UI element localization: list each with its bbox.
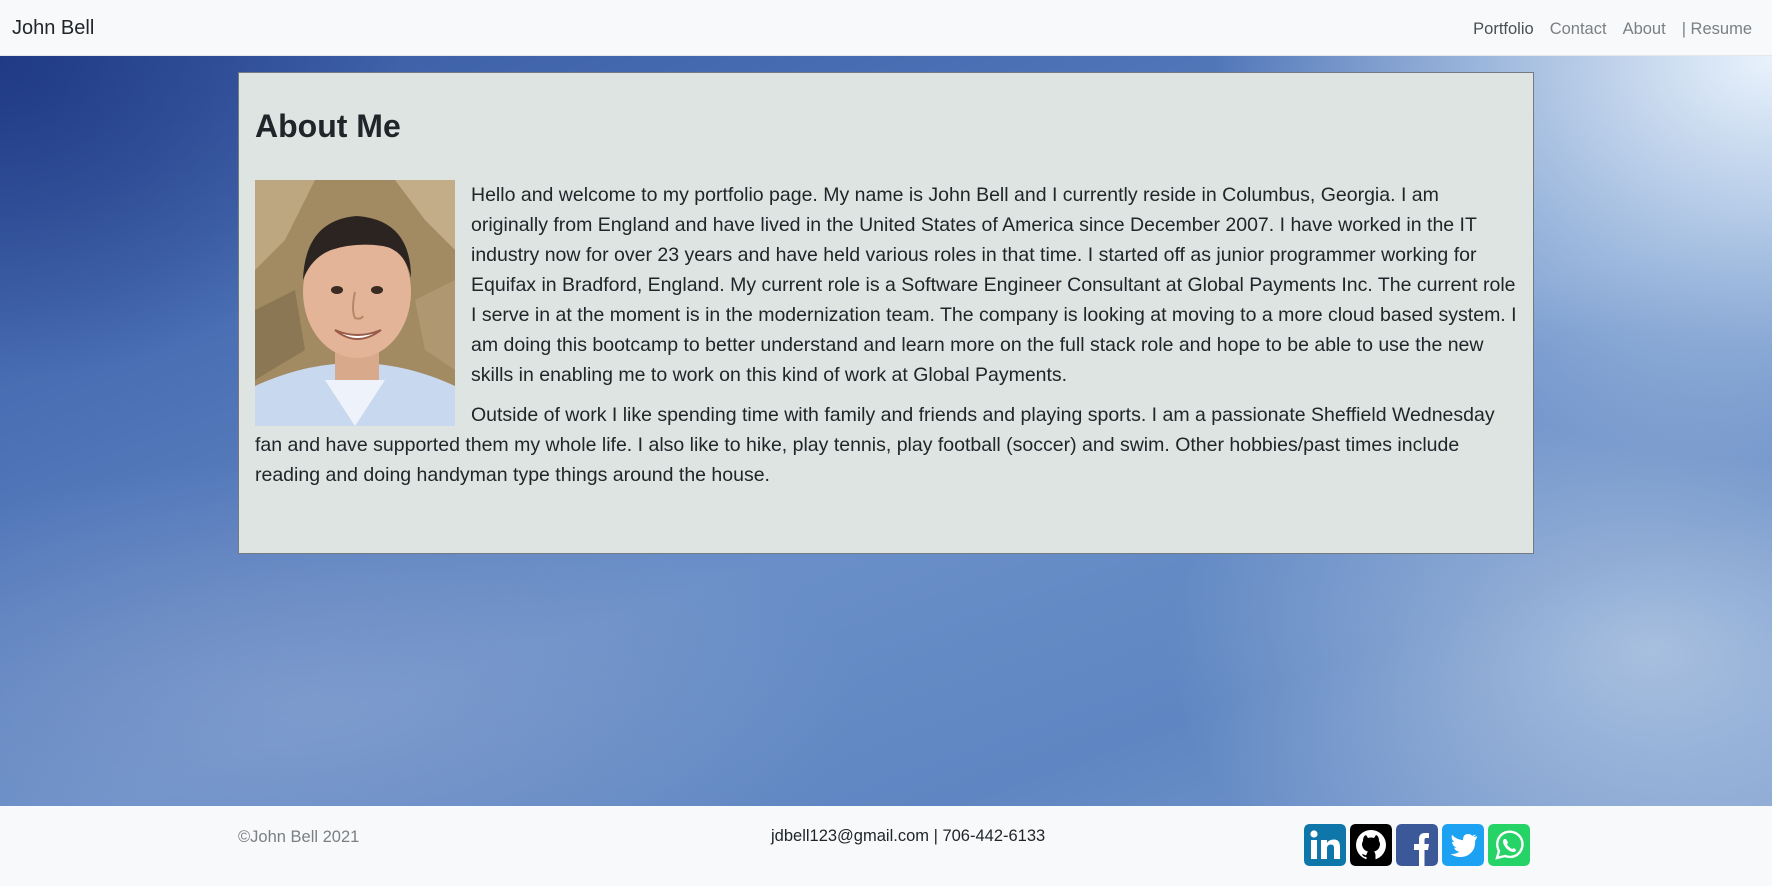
navbar: John Bell Portfolio Contact About | Resu… [0,0,1772,56]
profile-photo [255,180,455,426]
page-title: About Me [255,108,401,144]
nav-link-resume[interactable]: | Resume [1682,18,1752,40]
linkedin-icon[interactable] [1304,824,1346,866]
nav-link-contact[interactable]: Contact [1550,18,1607,40]
social-links [1304,824,1530,866]
nav-link-about[interactable]: About [1623,18,1666,40]
twitter-icon[interactable] [1442,824,1484,866]
facebook-icon[interactable] [1396,824,1438,866]
about-body: Hello and welcome to my portfolio page. … [255,180,1517,490]
nav-links: Portfolio Contact About | Resume [1473,18,1752,40]
footer: ©John Bell 2021 jdbell123@gmail.com | 70… [0,806,1772,886]
nav-link-portfolio[interactable]: Portfolio [1473,18,1534,40]
about-card: About Me Hello and welcome to my portfol… [238,72,1534,554]
github-icon[interactable] [1350,824,1392,866]
brand-link[interactable]: John Bell [12,16,94,40]
copyright-text: ©John Bell 2021 [238,828,360,846]
whatsapp-icon[interactable] [1488,824,1530,866]
profile-photo-icon [255,180,455,426]
contact-info: jdbell123@gmail.com | 706-442-6133 [771,827,1046,845]
